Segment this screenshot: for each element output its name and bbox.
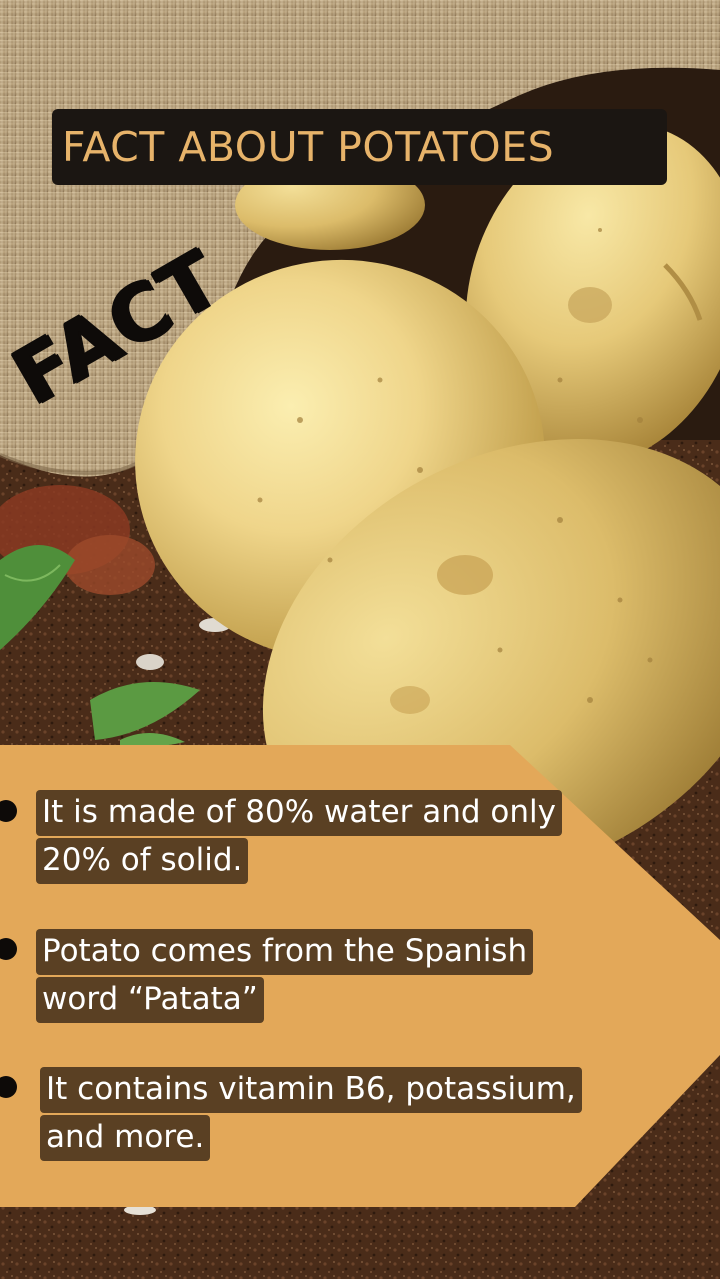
fact-2-line-1: Potato comes from the Spanish	[36, 929, 534, 975]
fact-1-line-2: 20% of solid.	[36, 838, 249, 884]
fact-2-line-2: word “Patata”	[36, 977, 264, 1023]
title-banner: FACT ABOUT POTATOES	[52, 109, 667, 185]
fact-3-line-1: It contains vitamin B6, potassium,	[40, 1067, 582, 1113]
fact-1-line-1: It is made of 80% water and only	[36, 790, 562, 836]
page-title: FACT ABOUT POTATOES	[62, 123, 555, 171]
fact-3-line-2: and more.	[40, 1115, 211, 1161]
facts-panel: It is made of 80% water and only 20% of …	[0, 745, 720, 1207]
